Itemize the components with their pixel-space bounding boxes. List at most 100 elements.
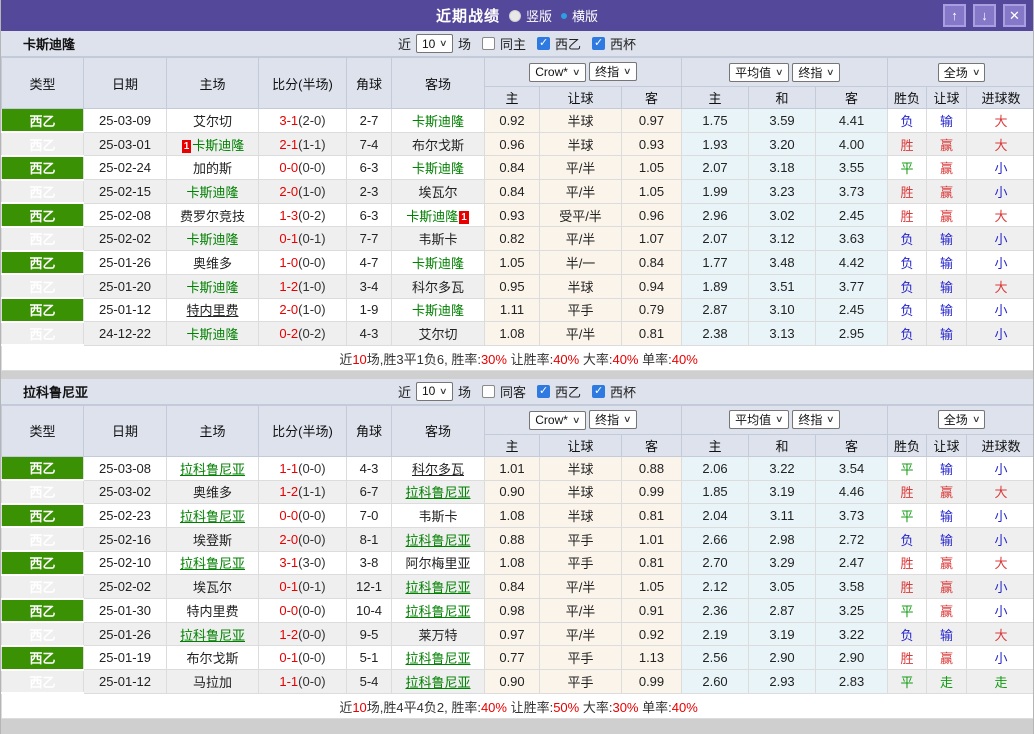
team-link[interactable]: 拉科鲁尼亚 — [405, 651, 470, 666]
league-checkbox[interactable] — [536, 36, 550, 50]
handicap-result-cell: 赢 — [926, 179, 968, 204]
odds-source-select[interactable]: Crow* ∨ — [529, 62, 586, 82]
team-link[interactable]: 卡斯迪隆 — [192, 138, 244, 153]
team-link[interactable]: 布尔戈斯 — [186, 651, 238, 666]
team-link[interactable]: 拉科鲁尼亚 — [405, 533, 470, 548]
team-link[interactable]: 拉科鲁尼亚 — [180, 462, 245, 477]
team-link[interactable]: 拉科鲁尼亚 — [405, 580, 470, 595]
corner-cell: 10-4 — [346, 598, 392, 623]
close-button[interactable]: ✕ — [1003, 4, 1026, 27]
avg-time-select[interactable]: 终指 ∨ — [792, 410, 840, 430]
team-link[interactable]: 奥维多 — [193, 256, 232, 271]
score-half: (0-0) — [298, 531, 326, 547]
same-venue-checkbox[interactable] — [481, 384, 495, 398]
corner-cell: 7-0 — [346, 503, 392, 528]
team-link[interactable]: 科尔多瓦 — [412, 462, 464, 477]
avg-source-select[interactable]: 平均值 ∨ — [729, 410, 789, 430]
away-team-cell: 韦斯卡 — [391, 226, 485, 252]
team-link[interactable]: 卡斯迪隆 — [412, 161, 464, 176]
team-link[interactable]: 布尔戈斯 — [412, 138, 464, 153]
team-link[interactable]: 阿尔梅里亚 — [405, 556, 470, 571]
team-link[interactable]: 艾尔切 — [418, 327, 457, 342]
team-link[interactable]: 莱万特 — [418, 628, 457, 643]
team-link[interactable]: 拉科鲁尼亚 — [405, 604, 470, 619]
handicap-cell: 平/半 — [539, 321, 622, 346]
team-link[interactable]: 韦斯卡 — [418, 509, 457, 524]
team-link[interactable]: 加的斯 — [193, 161, 232, 176]
team-link[interactable]: 卡斯迪隆 — [412, 303, 464, 318]
sub-header-handicap: 让球 — [539, 86, 622, 109]
radio-vertical-icon[interactable] — [508, 9, 521, 22]
radio-horizontal-icon[interactable] — [561, 12, 567, 19]
recent-count-select[interactable]: 10 ∨ — [416, 381, 453, 401]
match-row: 西乙 25-02-10 拉科鲁尼亚 3-1(3-0) 3-8 阿尔梅里亚 1.0… — [1, 550, 1033, 576]
avg-home-cell: 2.06 — [681, 455, 750, 481]
team-link[interactable]: 卡斯迪隆 — [412, 114, 464, 129]
team-link[interactable]: 拉科鲁尼亚 — [180, 556, 245, 571]
away-team: 埃瓦尔 — [418, 185, 457, 200]
near-label: 近 — [397, 37, 411, 52]
handicap-result-cell: 赢 — [926, 131, 968, 157]
score-main: 1-0 — [279, 254, 299, 270]
match-row: 西乙 25-03-09 艾尔切 3-1(2-0) 2-7 卡斯迪隆 0.92 半… — [1, 108, 1033, 134]
cup-label: 西杯 — [610, 384, 637, 400]
team-link[interactable]: 卡斯迪隆 — [412, 256, 464, 271]
odds-away-cell: 1.01 — [620, 526, 683, 552]
cup-checkbox[interactable] — [592, 384, 605, 398]
away-team: 莱万特 — [418, 628, 457, 643]
team-link[interactable]: 拉科鲁尼亚 — [180, 628, 245, 643]
same-venue-checkbox[interactable] — [481, 37, 495, 50]
odds-time-select[interactable]: 终指 ∨ — [589, 62, 637, 82]
team-link[interactable]: 拉科鲁尼亚 — [405, 485, 470, 500]
team-link[interactable]: 韦斯卡 — [418, 232, 457, 247]
date-cell: 25-02-16 — [83, 526, 167, 552]
team-link[interactable]: 卡斯迪隆 — [186, 327, 238, 342]
handicap-cell: 半球 — [539, 503, 622, 528]
recent-count-select[interactable]: 10 ∨ — [416, 34, 453, 53]
team-link[interactable]: 特内里费 — [186, 604, 238, 619]
away-team-cell: 韦斯卡 — [391, 503, 485, 528]
team-link[interactable]: 卡斯迪隆 — [186, 232, 238, 247]
home-team: 奥维多 — [193, 485, 232, 500]
team-link[interactable]: 科尔多瓦 — [412, 280, 464, 295]
team-link[interactable]: 艾尔切 — [193, 114, 232, 129]
home-team: 卡斯迪隆 — [186, 280, 238, 295]
scope-group-header: 全场 ∨ — [887, 404, 1033, 435]
avg-source-select[interactable]: 平均值 ∨ — [729, 62, 789, 82]
score-main: 0-1 — [279, 650, 299, 666]
match-row: 西乙 25-03-08 拉科鲁尼亚 1-1(0-0) 4-3 科尔多瓦 1.01… — [1, 455, 1033, 482]
layout-radio-vertical[interactable]: 竖版 — [508, 6, 552, 25]
layout-radio-horizontal[interactable]: 横版 — [561, 6, 598, 25]
scope-select[interactable]: 全场 ∨ — [937, 62, 986, 82]
team-link[interactable]: 拉科鲁尼亚 — [405, 675, 470, 690]
score-half: (0-2) — [298, 326, 326, 342]
team-link[interactable]: 费罗尔竞技 — [180, 209, 245, 224]
scope-select[interactable]: 全场 ∨ — [937, 410, 986, 430]
odds-source-select[interactable]: Crow* ∨ — [529, 410, 586, 430]
summary-row: 近10场,胜4平4负2, 胜率:40% 让胜率:50% 大率:30% 单率:40… — [1, 692, 1033, 719]
cup-checkbox[interactable] — [592, 36, 605, 50]
corner-cell: 6-7 — [346, 479, 392, 505]
avg-away-cell: 3.77 — [815, 273, 889, 299]
avg-time-select[interactable]: 终指 ∨ — [792, 62, 840, 82]
team-link[interactable]: 奥维多 — [193, 485, 232, 500]
team-link[interactable]: 特内里费 — [186, 303, 238, 318]
date-cell: 25-03-02 — [83, 479, 167, 505]
team-link[interactable]: 埃瓦尔 — [418, 185, 457, 200]
odds-time-select[interactable]: 终指 ∨ — [589, 410, 637, 430]
scroll-down-button[interactable]: ↓ — [973, 4, 996, 27]
team-link[interactable]: 拉科鲁尼亚 — [180, 509, 245, 524]
score-main: 2-0 — [279, 531, 299, 547]
team-link[interactable]: 埃登斯 — [193, 533, 232, 548]
filter-controls: 近 10∨ 场 同客 西乙 西杯 — [1, 381, 1033, 401]
team-link[interactable]: 卡斯迪隆 — [186, 185, 238, 200]
team-link[interactable]: 卡斯迪隆 — [186, 280, 238, 295]
scroll-up-button[interactable]: ↑ — [943, 4, 966, 27]
avg-draw-cell: 2.90 — [748, 645, 817, 671]
result-cell: 负 — [887, 273, 928, 299]
team-link[interactable]: 卡斯迪隆 — [406, 209, 458, 224]
team-link[interactable]: 埃瓦尔 — [193, 580, 232, 595]
league-checkbox[interactable] — [536, 384, 550, 398]
handicap-result-cell: 赢 — [926, 479, 968, 505]
team-link[interactable]: 马拉加 — [193, 675, 232, 690]
